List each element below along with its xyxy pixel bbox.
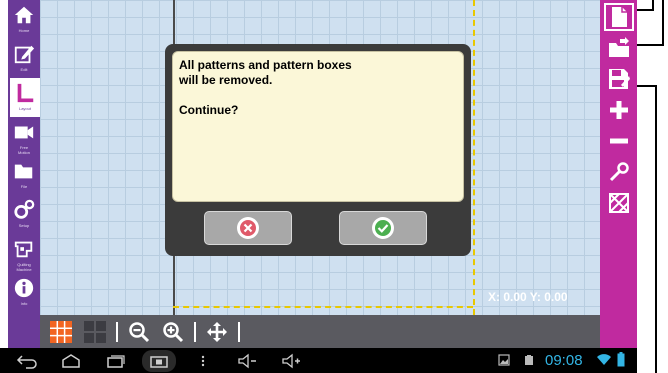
- crosshatch-pattern-icon: [608, 193, 629, 213]
- left-nav-sidebar: Home Edit Layout Free Motion File Setup …: [8, 0, 40, 348]
- sewing-machine-icon: [14, 241, 33, 258]
- overflow-menu-icon: [201, 355, 205, 366]
- toolbar-divider: [116, 321, 118, 342]
- plus-icon: [609, 101, 628, 119]
- pattern-box-border-right: [473, 0, 475, 315]
- bottom-toolbar: [40, 315, 600, 348]
- android-system-bar: 09:08: [0, 348, 637, 373]
- cancel-x-icon: [237, 217, 259, 239]
- back-button[interactable]: [10, 350, 44, 372]
- edit-icon: [14, 45, 35, 64]
- new-document-icon: [611, 7, 627, 27]
- layout-icon: [17, 83, 34, 103]
- confirm-button[interactable]: [339, 211, 427, 245]
- cancel-button[interactable]: [204, 211, 292, 245]
- volume-up-button[interactable]: [274, 350, 308, 372]
- nav-quilting-machine-label: Quilting Machine: [16, 262, 32, 272]
- pattern-fill-button[interactable]: [604, 189, 634, 217]
- confirm-dialog: All patterns and pattern boxes will be r…: [165, 44, 471, 256]
- zoom-out-icon: [129, 321, 150, 342]
- nav-edit-label: Edit: [20, 67, 28, 72]
- new-layout-button[interactable]: [603, 3, 634, 31]
- callout-line: [637, 9, 653, 11]
- callout-line: [652, 0, 654, 11]
- volume-down-icon: [238, 353, 256, 368]
- recent-apps-icon: [107, 354, 125, 368]
- coordinate-readout: X: 0.00 Y: 0.00: [488, 290, 568, 304]
- nav-free-motion-label: Free Motion: [17, 145, 30, 155]
- nav-home-label: Home: [18, 28, 30, 33]
- grid-view-button[interactable]: [48, 319, 74, 345]
- folder-icon: [14, 164, 33, 179]
- wifi-icon: [597, 354, 611, 365]
- open-layout-button[interactable]: [604, 34, 634, 62]
- callout-line: [637, 85, 657, 87]
- home-icon: [14, 6, 34, 24]
- move-button[interactable]: [204, 319, 230, 345]
- save-icon: [608, 69, 630, 89]
- wrench-icon: [609, 162, 629, 182]
- zoom-in-icon: [163, 321, 184, 342]
- callout-line: [655, 85, 657, 373]
- callout-line: [637, 44, 663, 46]
- toolbar-divider: [238, 321, 240, 342]
- gears-icon: [14, 199, 35, 219]
- toolbar-divider: [194, 321, 196, 342]
- pattern-box-border-bottom: [173, 306, 473, 308]
- nav-info[interactable]: Info: [8, 273, 40, 312]
- zoom-in-button[interactable]: [160, 319, 186, 345]
- status-clock: 09:08: [545, 352, 583, 369]
- zoom-out-button[interactable]: [126, 319, 152, 345]
- right-toolbar: [600, 0, 637, 348]
- camera-icon: [150, 355, 168, 368]
- nav-edit[interactable]: Edit: [8, 39, 40, 78]
- callout-line: [662, 0, 664, 46]
- nav-free-motion[interactable]: Free Motion: [8, 117, 40, 156]
- battery-icon: [617, 352, 625, 367]
- dialog-message: All patterns and pattern boxes will be r…: [179, 58, 352, 117]
- info-icon: [14, 278, 34, 298]
- nav-file[interactable]: File: [8, 156, 40, 195]
- nav-file-label: File: [20, 184, 28, 189]
- remove-pattern-button[interactable]: [604, 127, 634, 155]
- video-camera-icon: [14, 126, 34, 139]
- add-pattern-button[interactable]: [604, 96, 634, 124]
- checkmark-icon: [372, 217, 394, 239]
- orange-grid-icon: [50, 320, 72, 343]
- home-outline-icon: [62, 353, 80, 368]
- minus-icon: [609, 138, 628, 144]
- tools-button[interactable]: [604, 158, 634, 186]
- recent-apps-button[interactable]: [98, 350, 132, 372]
- menu-button[interactable]: [186, 350, 220, 372]
- nav-quilting-machine[interactable]: Quilting Machine: [8, 234, 40, 273]
- nav-setup-label: Setup: [18, 223, 30, 228]
- open-folder-icon: [608, 37, 629, 57]
- nav-setup[interactable]: Setup: [8, 195, 40, 234]
- dialog-message-panel: All patterns and pattern boxes will be r…: [172, 51, 464, 202]
- save-layout-button[interactable]: [604, 65, 634, 93]
- nav-layout[interactable]: Layout: [10, 78, 40, 117]
- pattern-grid-button[interactable]: [82, 319, 108, 345]
- back-arrow-icon: [16, 354, 37, 369]
- nav-layout-label: Layout: [18, 106, 31, 111]
- home-button[interactable]: [54, 350, 88, 372]
- volume-down-button[interactable]: [230, 350, 264, 372]
- nav-info-label: Info: [20, 301, 28, 306]
- pattern-grid-icon: [84, 320, 106, 343]
- gallery-notification-icon: [498, 354, 510, 366]
- storage-notification-icon: [525, 355, 533, 365]
- volume-up-icon: [282, 353, 300, 368]
- move-arrows-icon: [207, 321, 227, 342]
- nav-home[interactable]: Home: [8, 0, 40, 39]
- screenshot-button[interactable]: [142, 349, 176, 372]
